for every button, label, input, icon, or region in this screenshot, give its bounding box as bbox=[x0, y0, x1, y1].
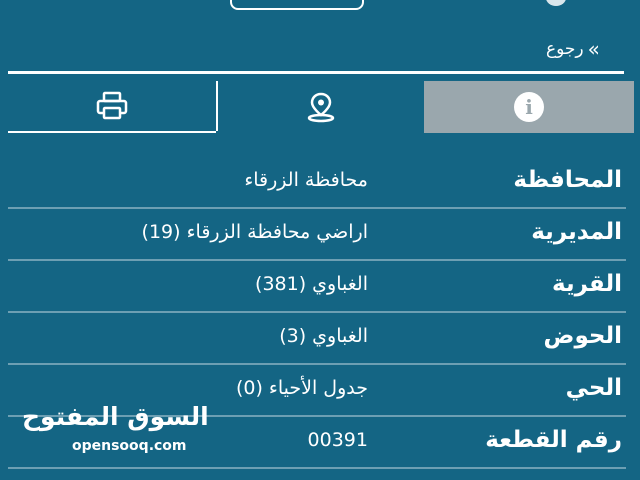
map-pin-icon bbox=[307, 92, 335, 123]
tab-location[interactable] bbox=[218, 81, 424, 133]
back-label: رجوع bbox=[546, 39, 584, 59]
detail-label: الحوض bbox=[543, 323, 622, 349]
back-link[interactable]: » رجوع bbox=[546, 36, 600, 62]
detail-label: الحي bbox=[565, 375, 622, 401]
opensooq-watermark: السوق المفتوح opensooq.com bbox=[22, 402, 209, 462]
detail-label: رقم القطعة bbox=[485, 427, 622, 453]
detail-row-village: القرية الغباوي (381) bbox=[8, 261, 626, 313]
double-chevron-right-icon: » bbox=[587, 37, 600, 61]
tab-bar: i bbox=[8, 81, 634, 133]
detail-row-basin: الحوض الغباوي (3) bbox=[8, 313, 626, 365]
tab-info[interactable]: i bbox=[424, 81, 634, 133]
detail-value: اراضي محافظة الزرقاء (19) bbox=[141, 221, 368, 243]
detail-value: الغباوي (381) bbox=[255, 273, 368, 295]
detail-value: جدول الأحياء (0) bbox=[235, 377, 368, 399]
top-action-button[interactable] bbox=[230, 0, 364, 10]
detail-label: المحافظة bbox=[513, 167, 622, 193]
detail-label: القرية bbox=[552, 271, 622, 297]
watermark-arabic: السوق المفتوح bbox=[22, 402, 209, 431]
top-icon[interactable] bbox=[546, 0, 566, 6]
detail-label: المديرية bbox=[531, 219, 622, 245]
watermark-latin: opensooq.com bbox=[72, 438, 187, 454]
detail-row-directorate: المديرية اراضي محافظة الزرقاء (19) bbox=[8, 209, 626, 261]
info-icon: i bbox=[514, 92, 544, 122]
printer-icon bbox=[96, 91, 128, 120]
tab-print[interactable] bbox=[8, 81, 216, 133]
detail-row-governorate: المحافظة محافظة الزرقاء bbox=[8, 157, 626, 209]
header-divider bbox=[8, 71, 624, 74]
detail-value: محافظة الزرقاء bbox=[244, 169, 368, 191]
detail-value: الغباوي (3) bbox=[279, 325, 368, 347]
detail-value: 00391 bbox=[307, 429, 368, 451]
